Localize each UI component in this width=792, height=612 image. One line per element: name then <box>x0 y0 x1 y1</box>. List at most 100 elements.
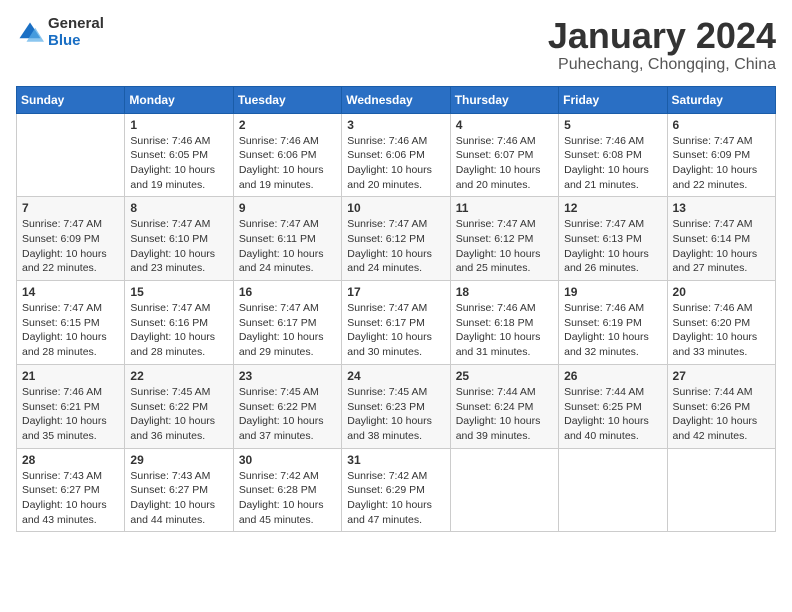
weekday-header-saturday: Saturday <box>667 86 775 113</box>
calendar-cell: 11 Sunrise: 7:47 AM Sunset: 6:12 PM Dayl… <box>450 197 558 281</box>
day-number: 1 <box>130 118 227 132</box>
day-number: 25 <box>456 369 553 383</box>
calendar-cell <box>667 448 775 532</box>
day-number: 12 <box>564 201 661 215</box>
weekday-header-wednesday: Wednesday <box>342 86 450 113</box>
calendar-cell: 7 Sunrise: 7:47 AM Sunset: 6:09 PM Dayli… <box>17 197 125 281</box>
logo-icon <box>16 19 44 47</box>
calendar-cell: 23 Sunrise: 7:45 AM Sunset: 6:22 PM Dayl… <box>233 364 341 448</box>
month-year-title: January 2024 <box>548 16 776 56</box>
calendar-cell: 27 Sunrise: 7:44 AM Sunset: 6:26 PM Dayl… <box>667 364 775 448</box>
logo-blue-text: Blue <box>48 33 104 50</box>
weekday-header-monday: Monday <box>125 86 233 113</box>
calendar-cell: 10 Sunrise: 7:47 AM Sunset: 6:12 PM Dayl… <box>342 197 450 281</box>
calendar-week-2: 7 Sunrise: 7:47 AM Sunset: 6:09 PM Dayli… <box>17 197 776 281</box>
day-number: 15 <box>130 285 227 299</box>
day-info: Sunrise: 7:47 AM Sunset: 6:14 PM Dayligh… <box>673 217 770 276</box>
calendar-cell <box>450 448 558 532</box>
calendar-cell: 1 Sunrise: 7:46 AM Sunset: 6:05 PM Dayli… <box>125 113 233 197</box>
day-info: Sunrise: 7:47 AM Sunset: 6:15 PM Dayligh… <box>22 301 119 360</box>
calendar-cell <box>559 448 667 532</box>
day-number: 23 <box>239 369 336 383</box>
calendar-table: SundayMondayTuesdayWednesdayThursdayFrid… <box>16 86 776 533</box>
day-info: Sunrise: 7:43 AM Sunset: 6:27 PM Dayligh… <box>130 469 227 528</box>
day-number: 17 <box>347 285 444 299</box>
day-info: Sunrise: 7:47 AM Sunset: 6:17 PM Dayligh… <box>239 301 336 360</box>
day-info: Sunrise: 7:46 AM Sunset: 6:07 PM Dayligh… <box>456 134 553 193</box>
day-number: 21 <box>22 369 119 383</box>
day-number: 18 <box>456 285 553 299</box>
day-info: Sunrise: 7:47 AM Sunset: 6:09 PM Dayligh… <box>673 134 770 193</box>
calendar-cell: 8 Sunrise: 7:47 AM Sunset: 6:10 PM Dayli… <box>125 197 233 281</box>
day-info: Sunrise: 7:47 AM Sunset: 6:11 PM Dayligh… <box>239 217 336 276</box>
weekday-header-sunday: Sunday <box>17 86 125 113</box>
logo-text: General Blue <box>48 16 104 49</box>
day-info: Sunrise: 7:47 AM Sunset: 6:17 PM Dayligh… <box>347 301 444 360</box>
logo-general-text: General <box>48 16 104 33</box>
day-number: 8 <box>130 201 227 215</box>
calendar-cell: 16 Sunrise: 7:47 AM Sunset: 6:17 PM Dayl… <box>233 281 341 365</box>
day-number: 31 <box>347 453 444 467</box>
day-info: Sunrise: 7:45 AM Sunset: 6:23 PM Dayligh… <box>347 385 444 444</box>
calendar-cell: 25 Sunrise: 7:44 AM Sunset: 6:24 PM Dayl… <box>450 364 558 448</box>
day-info: Sunrise: 7:46 AM Sunset: 6:20 PM Dayligh… <box>673 301 770 360</box>
day-info: Sunrise: 7:46 AM Sunset: 6:08 PM Dayligh… <box>564 134 661 193</box>
calendar-cell: 13 Sunrise: 7:47 AM Sunset: 6:14 PM Dayl… <box>667 197 775 281</box>
day-number: 29 <box>130 453 227 467</box>
day-info: Sunrise: 7:46 AM Sunset: 6:05 PM Dayligh… <box>130 134 227 193</box>
day-info: Sunrise: 7:47 AM Sunset: 6:09 PM Dayligh… <box>22 217 119 276</box>
day-number: 16 <box>239 285 336 299</box>
day-number: 9 <box>239 201 336 215</box>
calendar-cell: 29 Sunrise: 7:43 AM Sunset: 6:27 PM Dayl… <box>125 448 233 532</box>
calendar-week-1: 1 Sunrise: 7:46 AM Sunset: 6:05 PM Dayli… <box>17 113 776 197</box>
day-info: Sunrise: 7:45 AM Sunset: 6:22 PM Dayligh… <box>130 385 227 444</box>
day-info: Sunrise: 7:44 AM Sunset: 6:24 PM Dayligh… <box>456 385 553 444</box>
calendar-week-5: 28 Sunrise: 7:43 AM Sunset: 6:27 PM Dayl… <box>17 448 776 532</box>
calendar-cell: 28 Sunrise: 7:43 AM Sunset: 6:27 PM Dayl… <box>17 448 125 532</box>
calendar-cell: 20 Sunrise: 7:46 AM Sunset: 6:20 PM Dayl… <box>667 281 775 365</box>
day-number: 26 <box>564 369 661 383</box>
calendar-cell: 3 Sunrise: 7:46 AM Sunset: 6:06 PM Dayli… <box>342 113 450 197</box>
day-info: Sunrise: 7:42 AM Sunset: 6:29 PM Dayligh… <box>347 469 444 528</box>
weekday-header-thursday: Thursday <box>450 86 558 113</box>
day-number: 30 <box>239 453 336 467</box>
calendar-cell: 4 Sunrise: 7:46 AM Sunset: 6:07 PM Dayli… <box>450 113 558 197</box>
calendar-cell: 22 Sunrise: 7:45 AM Sunset: 6:22 PM Dayl… <box>125 364 233 448</box>
calendar-cell: 2 Sunrise: 7:46 AM Sunset: 6:06 PM Dayli… <box>233 113 341 197</box>
calendar-cell: 24 Sunrise: 7:45 AM Sunset: 6:23 PM Dayl… <box>342 364 450 448</box>
day-info: Sunrise: 7:46 AM Sunset: 6:06 PM Dayligh… <box>239 134 336 193</box>
calendar-cell: 21 Sunrise: 7:46 AM Sunset: 6:21 PM Dayl… <box>17 364 125 448</box>
calendar-cell: 9 Sunrise: 7:47 AM Sunset: 6:11 PM Dayli… <box>233 197 341 281</box>
day-info: Sunrise: 7:44 AM Sunset: 6:25 PM Dayligh… <box>564 385 661 444</box>
day-info: Sunrise: 7:42 AM Sunset: 6:28 PM Dayligh… <box>239 469 336 528</box>
calendar-cell: 18 Sunrise: 7:46 AM Sunset: 6:18 PM Dayl… <box>450 281 558 365</box>
day-info: Sunrise: 7:46 AM Sunset: 6:06 PM Dayligh… <box>347 134 444 193</box>
calendar-cell <box>17 113 125 197</box>
calendar-cell: 5 Sunrise: 7:46 AM Sunset: 6:08 PM Dayli… <box>559 113 667 197</box>
calendar-cell: 30 Sunrise: 7:42 AM Sunset: 6:28 PM Dayl… <box>233 448 341 532</box>
day-number: 20 <box>673 285 770 299</box>
day-number: 6 <box>673 118 770 132</box>
day-number: 11 <box>456 201 553 215</box>
day-info: Sunrise: 7:46 AM Sunset: 6:21 PM Dayligh… <box>22 385 119 444</box>
day-number: 27 <box>673 369 770 383</box>
calendar-cell: 6 Sunrise: 7:47 AM Sunset: 6:09 PM Dayli… <box>667 113 775 197</box>
day-info: Sunrise: 7:46 AM Sunset: 6:18 PM Dayligh… <box>456 301 553 360</box>
day-number: 24 <box>347 369 444 383</box>
calendar-cell: 12 Sunrise: 7:47 AM Sunset: 6:13 PM Dayl… <box>559 197 667 281</box>
day-number: 7 <box>22 201 119 215</box>
day-number: 4 <box>456 118 553 132</box>
weekday-header-tuesday: Tuesday <box>233 86 341 113</box>
calendar-cell: 26 Sunrise: 7:44 AM Sunset: 6:25 PM Dayl… <box>559 364 667 448</box>
day-info: Sunrise: 7:45 AM Sunset: 6:22 PM Dayligh… <box>239 385 336 444</box>
calendar-cell: 31 Sunrise: 7:42 AM Sunset: 6:29 PM Dayl… <box>342 448 450 532</box>
calendar-cell: 15 Sunrise: 7:47 AM Sunset: 6:16 PM Dayl… <box>125 281 233 365</box>
title-block: January 2024 Puhechang, Chongqing, China <box>548 16 776 74</box>
calendar-cell: 19 Sunrise: 7:46 AM Sunset: 6:19 PM Dayl… <box>559 281 667 365</box>
calendar-week-4: 21 Sunrise: 7:46 AM Sunset: 6:21 PM Dayl… <box>17 364 776 448</box>
day-info: Sunrise: 7:47 AM Sunset: 6:16 PM Dayligh… <box>130 301 227 360</box>
day-info: Sunrise: 7:47 AM Sunset: 6:12 PM Dayligh… <box>347 217 444 276</box>
day-number: 19 <box>564 285 661 299</box>
day-info: Sunrise: 7:47 AM Sunset: 6:12 PM Dayligh… <box>456 217 553 276</box>
calendar-cell: 14 Sunrise: 7:47 AM Sunset: 6:15 PM Dayl… <box>17 281 125 365</box>
